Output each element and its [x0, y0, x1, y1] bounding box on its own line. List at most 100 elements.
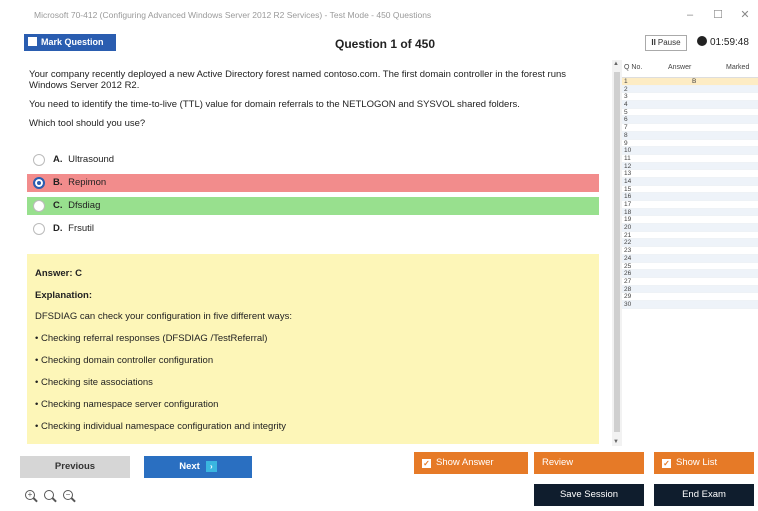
pause-button[interactable]: II Pause [645, 35, 687, 51]
option-d[interactable]: D. Frsutil [27, 220, 599, 238]
question-list-row[interactable]: 9 [622, 140, 758, 148]
answer-options: A. Ultrasound B. Repimon C. Dfsdiag D. F… [27, 151, 599, 243]
timer-value: 01:59:48 [710, 37, 749, 48]
question-number: 1 [624, 78, 628, 85]
question-list-row[interactable]: 28 [622, 285, 758, 294]
question-list-row[interactable]: 14 [622, 177, 758, 186]
question-number: 7 [624, 124, 628, 132]
explanation-bullet: • Checking individual namespace configur… [35, 421, 287, 432]
option-c[interactable]: C. Dfsdiag [27, 197, 599, 215]
mark-question-label: Mark Question [41, 37, 104, 47]
question-number: 2 [624, 85, 628, 93]
option-letter: D. [53, 223, 63, 234]
zoom-out-icon[interactable]: − [63, 490, 77, 504]
zoom-reset-icon[interactable] [44, 490, 58, 504]
question-number: 6 [624, 116, 628, 124]
question-number: 19 [624, 216, 632, 224]
question-list-row[interactable]: 23 [622, 247, 758, 255]
question-list-row[interactable]: 7 [622, 124, 758, 132]
show-answer-button[interactable]: ✓ Show Answer [414, 452, 528, 474]
checkbox-icon [28, 37, 37, 46]
question-number: 9 [624, 139, 628, 147]
explanation-bullet: • Checking referral responses (DFSDIAG /… [35, 333, 268, 344]
option-b[interactable]: B. Repimon [27, 174, 599, 192]
show-list-button[interactable]: ✓ Show List [654, 452, 754, 474]
question-list-row[interactable]: 4 [622, 101, 758, 109]
question-number: 12 [624, 162, 632, 170]
option-text: Ultrasound [68, 154, 115, 165]
question-list-row[interactable]: 20 [622, 224, 758, 232]
window-title: Microsoft 70-412 (Configuring Advanced W… [34, 10, 432, 20]
question-list-row[interactable]: 27 [622, 278, 758, 286]
radio-selected-icon[interactable] [33, 177, 45, 189]
question-list-rows: 1 B 2 3 4 5 6 7 8 9 10 11 12 13 14 15 16 17 18 19 20 21 22 23 24… [622, 78, 758, 309]
question-number: 15 [624, 185, 632, 193]
question-list-row[interactable]: 3 [622, 93, 758, 102]
question-list-row[interactable]: 17 [622, 201, 758, 209]
question-number: 20 [624, 224, 632, 232]
question-list-row[interactable]: 2 [622, 85, 758, 94]
option-letter: C. [53, 200, 63, 211]
question-list-row[interactable]: 29 [622, 293, 758, 301]
scroll-down-icon[interactable]: ▼ [613, 439, 619, 445]
show-answer-label: Show Answer [436, 457, 494, 468]
question-list-row[interactable]: 24 [622, 254, 758, 263]
review-label: Review [542, 457, 574, 468]
question-list-row[interactable]: 26 [622, 270, 758, 278]
content-scrollbar[interactable]: ▲ ▼ [612, 60, 622, 446]
answer-label: Answer: C [35, 268, 82, 279]
question-list-row[interactable]: 11 [622, 155, 758, 163]
question-list-row[interactable]: 12 [622, 162, 758, 171]
question-list-row[interactable]: 18 [622, 208, 758, 217]
option-letter: B. [53, 177, 63, 188]
zoom-in-icon[interactable]: + [25, 490, 39, 504]
question-number: 24 [624, 254, 632, 262]
question-list-row[interactable]: 8 [622, 131, 758, 140]
radio-icon[interactable] [33, 154, 45, 166]
checkbox-checked-icon: ✓ [422, 459, 431, 468]
question-list-row[interactable]: 5 [622, 109, 758, 117]
explanation-bullet: • Checking domain controller configurati… [35, 355, 214, 366]
question-list-row[interactable]: 6 [622, 116, 758, 125]
save-session-button[interactable]: Save Session [534, 484, 644, 506]
question-list-row[interactable]: 30 [622, 300, 758, 309]
question-text: Your company recently deployed a new Act… [29, 69, 599, 137]
minimize-icon[interactable]: – [680, 7, 700, 23]
question-list-row[interactable]: 21 [622, 232, 758, 240]
question-list-row[interactable]: 1B [622, 78, 758, 86]
question-number: 22 [624, 239, 632, 247]
question-list-row[interactable]: 22 [622, 239, 758, 248]
radio-icon[interactable] [33, 200, 45, 212]
radio-icon[interactable] [33, 223, 45, 235]
question-list-row[interactable]: 19 [622, 216, 758, 225]
option-text: Dfsdiag [68, 200, 101, 211]
exam-header: Mark Question Question 1 of 450 II Pause … [0, 30, 758, 56]
question-number: 30 [624, 300, 632, 308]
question-number: 10 [624, 147, 632, 155]
timer: 01:59:48 [697, 36, 749, 48]
question-list-row[interactable]: 15 [622, 186, 758, 194]
chevron-right-icon: › [205, 461, 217, 472]
next-button[interactable]: Next › [144, 456, 252, 478]
question-list-row[interactable]: 13 [622, 170, 758, 178]
question-paragraph: Your company recently deployed a new Act… [29, 69, 567, 91]
end-exam-button[interactable]: End Exam [654, 484, 754, 506]
option-a[interactable]: A. Ultrasound [27, 151, 599, 169]
question-paragraph: You need to identify the time-to-live (T… [29, 99, 520, 110]
review-button[interactable]: Review [534, 452, 644, 474]
scroll-up-icon[interactable]: ▲ [613, 61, 619, 67]
maximize-icon[interactable]: ☐ [708, 7, 728, 23]
mark-question-button[interactable]: Mark Question [24, 34, 116, 51]
close-icon[interactable]: ✕ [735, 7, 755, 23]
previous-button[interactable]: Previous [20, 456, 130, 478]
column-marked: Marked [726, 64, 750, 71]
option-letter: A. [53, 154, 63, 165]
scrollbar-thumb[interactable] [614, 72, 620, 432]
question-number: 29 [624, 293, 632, 301]
pause-label: Pause [657, 38, 681, 47]
question-list-row[interactable]: 10 [622, 147, 758, 155]
question-list-row[interactable]: 16 [622, 193, 758, 201]
question-number: 13 [624, 170, 632, 178]
question-list-row[interactable]: 25 [622, 263, 758, 271]
question-number: 25 [624, 262, 632, 270]
